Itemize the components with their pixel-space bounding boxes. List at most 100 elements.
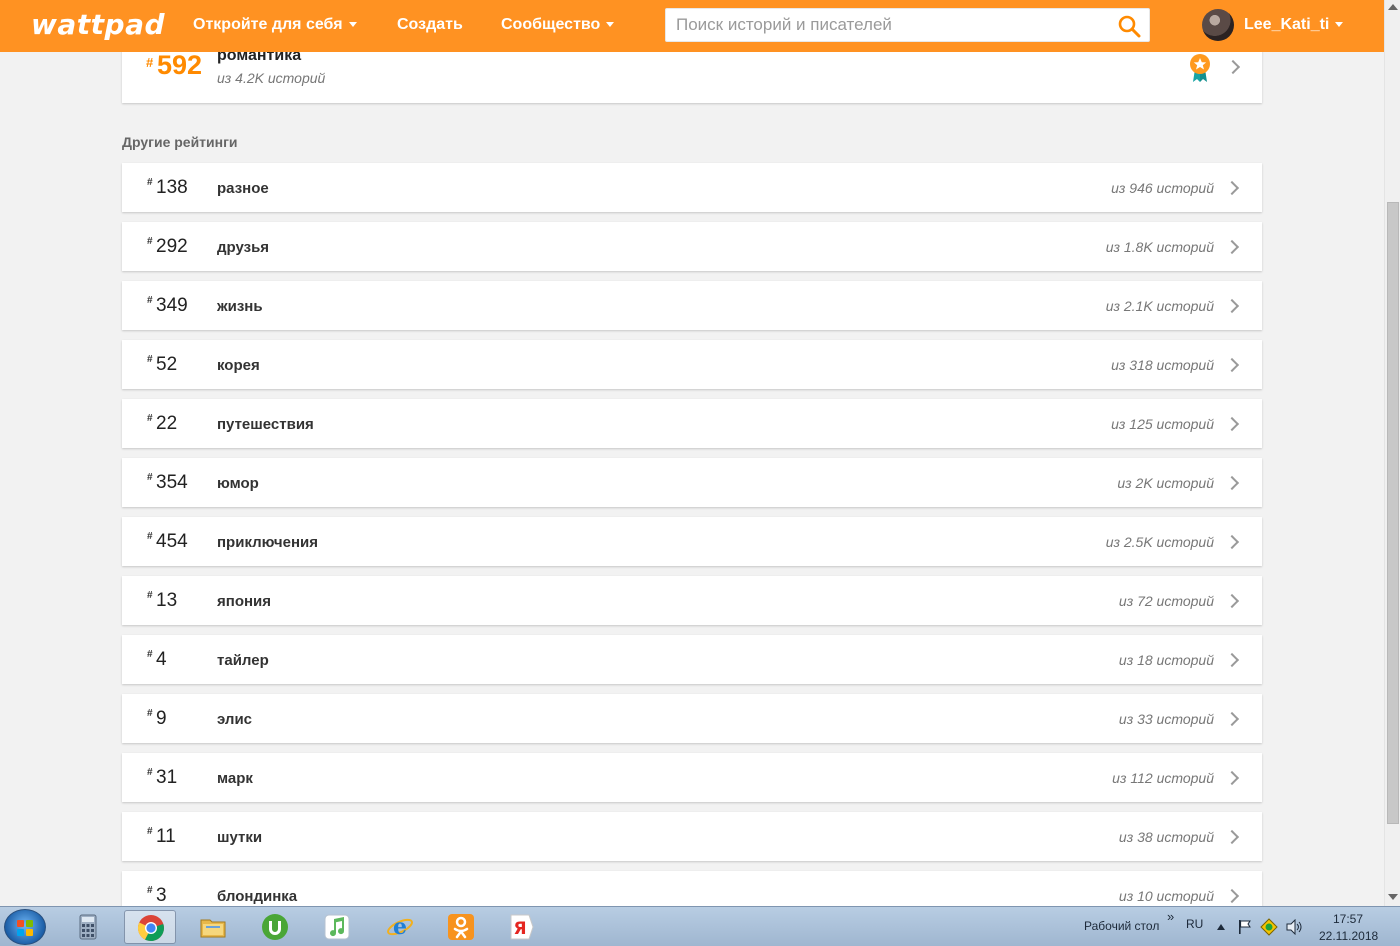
rank-story-count: из 946 историй (1111, 180, 1214, 196)
rank-hash: # (147, 826, 153, 837)
taskbar-odnoklassniki[interactable] (435, 910, 487, 944)
utorrent-icon (262, 914, 288, 940)
rank-hash: # (147, 177, 153, 188)
rank-tag: шутки (217, 829, 263, 846)
rank-number: 354 (156, 472, 188, 493)
top-navigation-bar: wattpad Откройте для себя Создать Сообще… (0, 0, 1384, 52)
rank-tag: япония (217, 593, 272, 610)
taskbar-explorer[interactable] (187, 910, 239, 944)
rank-number: 11 (156, 826, 176, 847)
rank-story-count: из 4.2K историй (217, 70, 326, 86)
taskbar-internet-explorer[interactable]: e (374, 910, 426, 944)
action-center-flag-icon[interactable] (1238, 919, 1252, 935)
rank-story-count: из 2.5K историй (1105, 534, 1214, 550)
rank-number: 52 (156, 354, 178, 375)
scroll-thumb[interactable] (1387, 202, 1399, 824)
rank-hash: # (147, 295, 153, 306)
chevron-right-icon (1224, 888, 1240, 904)
rank-hash: # (147, 413, 153, 424)
ranking-row[interactable]: #354 юмор из 2K историй (122, 458, 1262, 507)
nav-discover-dropdown[interactable]: Откройте для себя (193, 0, 357, 52)
user-menu-dropdown[interactable]: Lee_Kati_ti (1244, 0, 1344, 52)
taskbar-utorrent[interactable] (249, 910, 301, 944)
rank-tag: жизнь (217, 298, 263, 315)
rank-story-count: из 1.8K историй (1105, 239, 1214, 255)
rank-tag: разное (217, 180, 269, 197)
rank-story-count: из 125 историй (1111, 416, 1214, 432)
chrome-icon (137, 915, 164, 942)
taskbar-chrome[interactable] (124, 910, 176, 944)
user-avatar[interactable] (1202, 9, 1234, 41)
ranking-row[interactable]: #138 разное из 946 историй (122, 163, 1262, 212)
chevron-right-icon (1225, 59, 1241, 75)
search-icon[interactable] (1117, 14, 1141, 38)
ranking-row[interactable]: #22 путешествия из 125 историй (122, 399, 1262, 448)
rank-number: 349 (156, 295, 188, 316)
windows-taskbar: e Я Рабочий стол » RU 17:57 22.11.2018 (0, 906, 1400, 946)
show-hidden-icons-icon[interactable] (1216, 923, 1226, 931)
chevron-right-icon (1224, 829, 1240, 845)
rank-number: 4 (156, 649, 167, 670)
caret-down-icon (1335, 22, 1344, 28)
chevron-right-icon (1224, 239, 1240, 255)
clock-time[interactable]: 17:57 (1333, 912, 1363, 926)
ranking-row[interactable]: #31 марк из 112 историй (122, 753, 1262, 802)
rank-number: 454 (156, 531, 188, 552)
ranking-row[interactable]: #13 япония из 72 историй (122, 576, 1262, 625)
rank-number: 292 (156, 236, 188, 257)
security-shield-icon[interactable] (1260, 918, 1278, 936)
yandex-icon: Я (510, 914, 534, 940)
start-button[interactable] (4, 909, 46, 945)
ranking-row[interactable]: #11 шутки из 38 историй (122, 812, 1262, 861)
ranking-row[interactable]: #454 приключения из 2.5K историй (122, 517, 1262, 566)
caret-down-icon (348, 22, 357, 28)
rank-number: 138 (156, 177, 188, 198)
nav-community-dropdown[interactable]: Сообщество (501, 0, 615, 52)
calculator-icon (79, 914, 97, 940)
taskbar-yandex[interactable]: Я (495, 910, 547, 944)
desktop-toolbar-label[interactable]: Рабочий стол (1084, 919, 1159, 933)
rank-hash: # (147, 531, 153, 542)
rank-number: 3 (156, 885, 167, 906)
ranking-row[interactable]: #349 жизнь из 2.1K историй (122, 281, 1262, 330)
rank-story-count: из 2.1K историй (1105, 298, 1214, 314)
rank-tag: элис (217, 711, 253, 728)
taskbar-itunes[interactable] (311, 910, 363, 944)
wattpad-logo[interactable]: wattpad (31, 8, 165, 42)
ranking-row[interactable]: #52 корея из 318 историй (122, 340, 1262, 389)
ranking-row[interactable]: #292 друзья из 1.8K историй (122, 222, 1262, 271)
rank-story-count: из 33 историй (1118, 711, 1214, 727)
search-input[interactable] (666, 9, 1106, 41)
rank-tag: блондинка (217, 888, 298, 905)
nav-create-link[interactable]: Создать (397, 0, 463, 52)
other-rankings-heading: Другие рейтинги (122, 134, 238, 150)
music-icon (324, 914, 350, 940)
rank-tag: друзья (217, 239, 270, 256)
caret-down-icon (606, 22, 615, 28)
rank-hash: # (147, 590, 153, 601)
taskbar-calculator[interactable] (62, 910, 114, 944)
scroll-up-arrow-icon[interactable] (1388, 4, 1398, 10)
windows-logo-icon (17, 920, 33, 936)
ranking-row[interactable]: #9 элис из 33 историй (122, 694, 1262, 743)
rank-story-count: из 10 историй (1118, 888, 1214, 904)
rank-number: 592 (157, 50, 203, 80)
scroll-down-arrow-icon[interactable] (1388, 894, 1398, 900)
chevron-right-icon (1224, 180, 1240, 196)
page-scrollbar[interactable] (1384, 0, 1400, 906)
rank-hash: # (147, 472, 153, 483)
svg-text:e: e (393, 914, 407, 940)
ranking-row[interactable]: #4 тайлер из 18 историй (122, 635, 1262, 684)
nav-discover-label: Откройте для себя (193, 16, 343, 33)
toolbar-expand-icon[interactable]: » (1167, 909, 1174, 924)
volume-icon[interactable] (1285, 919, 1303, 935)
rank-story-count: из 112 историй (1112, 770, 1214, 786)
rank-story-count: из 38 историй (1118, 829, 1214, 845)
internet-explorer-icon: e (387, 914, 413, 940)
language-indicator[interactable]: RU (1186, 917, 1203, 931)
clock-date[interactable]: 22.11.2018 (1319, 929, 1378, 943)
rank-hash: # (147, 236, 153, 247)
rank-hash: # (147, 767, 153, 778)
rank-tag: марк (217, 770, 253, 787)
rank-hash: # (147, 354, 153, 365)
